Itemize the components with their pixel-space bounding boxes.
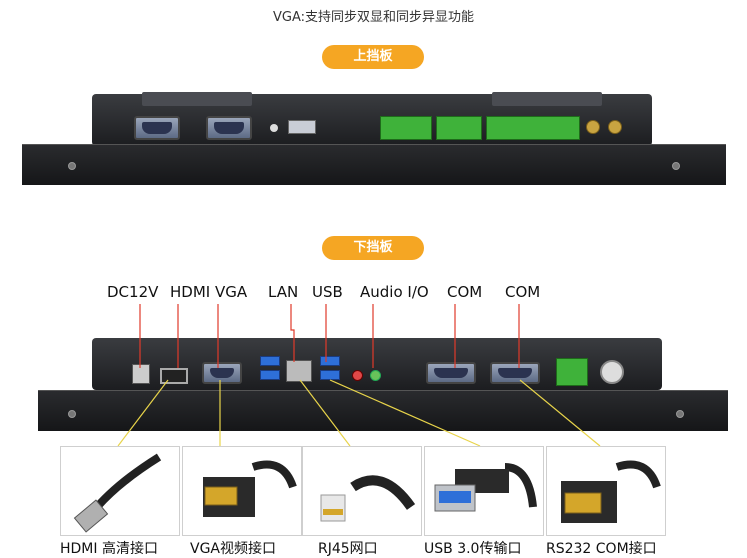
callout-hdmi	[117, 379, 169, 447]
hdmi-cable-icon	[73, 453, 162, 533]
rj45-cable-icon	[320, 475, 416, 522]
leader-lan	[290, 304, 295, 362]
caption-vga: VGA视频接口	[190, 541, 277, 557]
usb-cable-icon	[434, 463, 537, 512]
cable-image-usb	[424, 446, 544, 536]
callout-rs232	[519, 379, 601, 447]
cable-image-hdmi	[60, 446, 180, 536]
vga-cable-icon	[203, 460, 297, 517]
callout-usb	[329, 379, 481, 447]
caption-hdmi: HDMI 高清接口	[60, 541, 158, 557]
caption-rs232: RS232 COM接口	[546, 541, 657, 557]
caption-rj45: RJ45网口	[318, 541, 378, 557]
cable-image-rs232	[546, 446, 666, 536]
callout-rj45	[299, 379, 351, 447]
cable-image-vga	[182, 446, 302, 536]
caption-usb: USB 3.0传输口	[424, 541, 522, 557]
rs232-cable-icon	[561, 460, 661, 523]
cable-image-rj45	[302, 446, 422, 536]
